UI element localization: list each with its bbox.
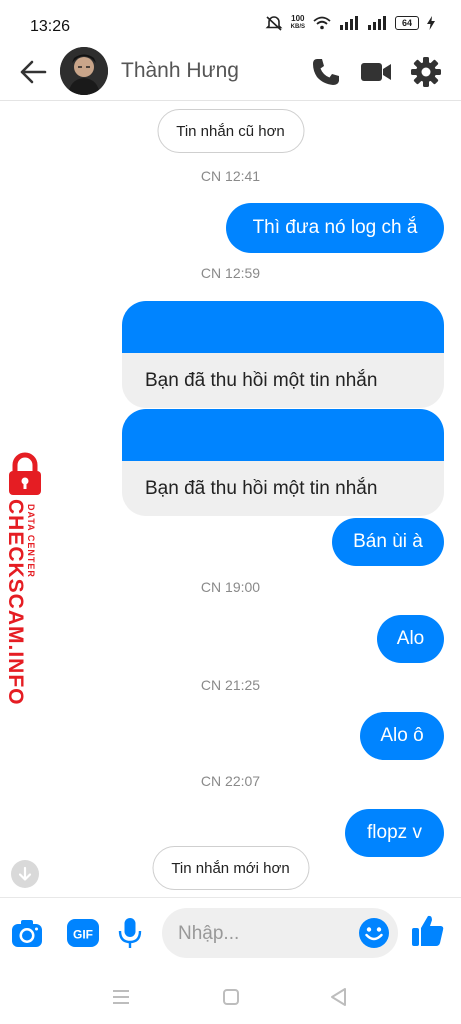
watermark-title: CHECKSCAM.INFO [4,499,27,706]
video-camera-icon[interactable] [360,56,392,88]
system-nav-bar [0,972,461,1024]
net-speed-value: 100 [291,14,305,23]
arrow-down-icon [18,866,32,881]
timestamp: CN 22:07 [200,773,261,789]
recalled-message-accent [122,409,444,461]
battery-level: 64 [401,18,412,28]
charging-icon [427,16,435,30]
watermark: DATA CENTER CHECKSCAM.INFO [0,452,52,706]
timestamp: CN 21:25 [200,677,261,693]
wifi-icon [313,16,331,30]
home-square-icon[interactable] [219,985,243,1009]
battery-icon: 64 [395,16,419,30]
avatar[interactable] [60,47,108,95]
status-bar: 13:26 100 KB/S 64 [0,0,461,48]
recalled-message-accent [122,301,444,353]
back-arrow-icon[interactable] [18,57,48,87]
phone-icon[interactable] [310,56,342,88]
timestamp: CN 12:59 [200,265,261,281]
composer-bar: GIF Nhập... [0,897,461,970]
net-speed: 100 KB/S [291,15,305,31]
chat-header: Thành Hưng [0,44,461,101]
lock-icon [9,452,41,495]
message-bubble[interactable]: Alo ô [360,712,444,760]
message-bubble[interactable]: Alo [377,615,444,663]
recalled-message-text: Bạn đã thu hồi một tin nhắn [122,353,444,408]
timestamp: CN 12:41 [200,168,261,184]
timestamp: CN 19:00 [200,579,261,595]
recents-menu-icon[interactable] [109,985,133,1009]
camera-icon[interactable] [10,916,44,950]
thumbs-up-icon[interactable] [410,913,446,949]
avatar-image [60,47,108,95]
scroll-down-button[interactable] [11,860,39,888]
gear-icon[interactable] [410,56,442,88]
microphone-icon[interactable] [113,916,147,950]
signal-icon [340,16,358,30]
message-input-placeholder: Nhập... [178,923,240,944]
gif-label: GIF [73,928,93,942]
watermark-subtitle: DATA CENTER [26,504,36,578]
contact-name[interactable]: Thành Hưng [121,59,239,83]
recalled-message-text: Bạn đã thu hồi một tin nhắn [122,461,444,516]
status-time: 13:26 [30,18,71,35]
message-bubble[interactable]: flopz v [345,809,444,857]
signal-icon-2 [368,16,386,30]
back-triangle-icon[interactable] [327,985,351,1009]
net-speed-unit: KB/S [290,24,305,30]
newer-messages-button[interactable]: Tin nhắn mới hơn [152,846,309,890]
message-bubble[interactable]: Bán ùi à [332,518,444,566]
older-messages-button[interactable]: Tin nhắn cũ hơn [157,109,304,153]
recalled-message[interactable]: Bạn đã thu hồi một tin nhắn [122,301,444,408]
message-input[interactable]: Nhập... [162,908,398,958]
mute-icon [265,16,283,31]
recalled-message[interactable]: Bạn đã thu hồi một tin nhắn [122,409,444,516]
status-icons: 100 KB/S 64 [265,15,435,31]
gif-icon[interactable]: GIF [66,916,100,950]
emoji-icon[interactable] [358,917,390,949]
message-bubble[interactable]: Thì đưa nó log ch ắ [226,203,444,253]
